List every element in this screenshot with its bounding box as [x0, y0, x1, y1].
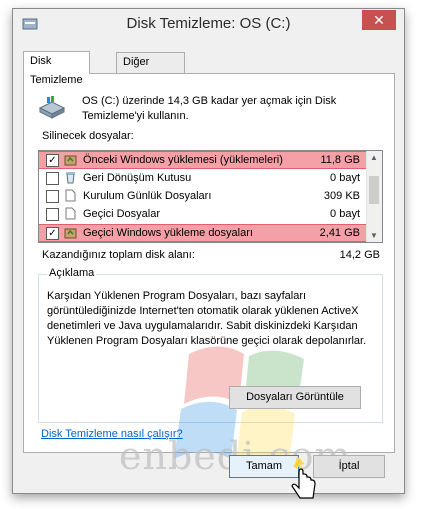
tab-more-options[interactable]: Diğer Seçenekler	[116, 52, 186, 87]
list-item[interactable]: Kurulum Günlük Dosyaları 309 KB	[39, 187, 366, 205]
total-gain-value: 14,2 GB	[339, 249, 380, 261]
title-bar[interactable]: Disk Temizleme: OS (C:) ✕	[13, 9, 404, 41]
list-item-size: 0 bayt	[330, 172, 360, 184]
recycle-folder-icon	[64, 226, 77, 239]
checkbox[interactable]: ✓	[46, 154, 59, 167]
checkbox[interactable]: ✓	[46, 227, 59, 240]
files-to-delete-list[interactable]: ✓ Önceki Windows yüklemesi (yüklemeleri)…	[38, 150, 383, 243]
recycle-bin-icon	[64, 171, 77, 184]
ok-button[interactable]: Tamam	[229, 455, 299, 478]
list-item-size: 11,8 GB	[320, 154, 360, 166]
files-to-delete-label: Silinecek dosyalar:	[42, 130, 134, 142]
checkbox[interactable]	[46, 172, 59, 185]
drive-description: OS (C:) üzerinde 14,3 GB kadar yer açmak…	[82, 95, 337, 122]
scroll-down-icon[interactable]: ▼	[370, 231, 378, 240]
list-item[interactable]: Geri Dönüşüm Kutusu 0 bayt	[39, 169, 366, 187]
document-icon	[64, 189, 77, 202]
description-title: Açıklama	[47, 267, 97, 279]
tab-disk-cleanup[interactable]: Disk Temizleme	[23, 51, 90, 86]
list-item[interactable]: Geçici Dosyalar 0 bayt	[39, 205, 366, 223]
close-button[interactable]: ✕	[362, 10, 396, 30]
list-item[interactable]: ✓ Geçici Windows yükleme dosyaları 2,41 …	[39, 224, 366, 242]
cancel-button[interactable]: İptal	[313, 455, 385, 478]
list-item-name: Kurulum Günlük Dosyaları	[83, 190, 212, 202]
list-item[interactable]: ✓ Önceki Windows yüklemesi (yüklemeleri)…	[39, 151, 366, 169]
list-item-name: Geçici Windows yükleme dosyaları	[83, 227, 253, 239]
list-item-name: Geri Dönüşüm Kutusu	[83, 172, 192, 184]
list-item-name: Önceki Windows yüklemesi (yüklemeleri)	[83, 154, 283, 166]
tab-panel: OS (C:) üzerinde 14,3 GB kadar yer açmak…	[23, 73, 395, 478]
help-link[interactable]: Disk Temizleme nasıl çalışır?	[41, 428, 183, 440]
hard-drive-icon	[38, 96, 66, 120]
scrollbar-thumb[interactable]	[369, 176, 379, 204]
scroll-up-icon[interactable]: ▲	[370, 153, 378, 162]
list-item-size: 309 KB	[323, 190, 360, 202]
list-item-size: 0 bayt	[330, 208, 360, 220]
checkbox[interactable]	[46, 190, 59, 203]
recycle-folder-icon	[64, 153, 77, 166]
checkbox[interactable]	[46, 208, 59, 221]
window-title: Disk Temizleme: OS (C:)	[126, 15, 291, 32]
disk-cleanup-dialog: Disk Temizleme: OS (C:) ✕ Disk Temizleme…	[12, 8, 405, 499]
total-gain-label: Kazandığınız toplam disk alanı:	[42, 249, 195, 261]
list-item-size: 2,41 GB	[319, 227, 360, 239]
list-item-name: Geçici Dosyalar	[83, 208, 161, 220]
view-files-button[interactable]: Dosyaları Görüntüle	[229, 386, 361, 409]
description-text: Karşıdan Yüklenen Program Dosyaları, baz…	[47, 290, 367, 347]
document-icon	[64, 207, 77, 220]
list-scrollbar[interactable]: ▲ ▼	[366, 151, 382, 242]
